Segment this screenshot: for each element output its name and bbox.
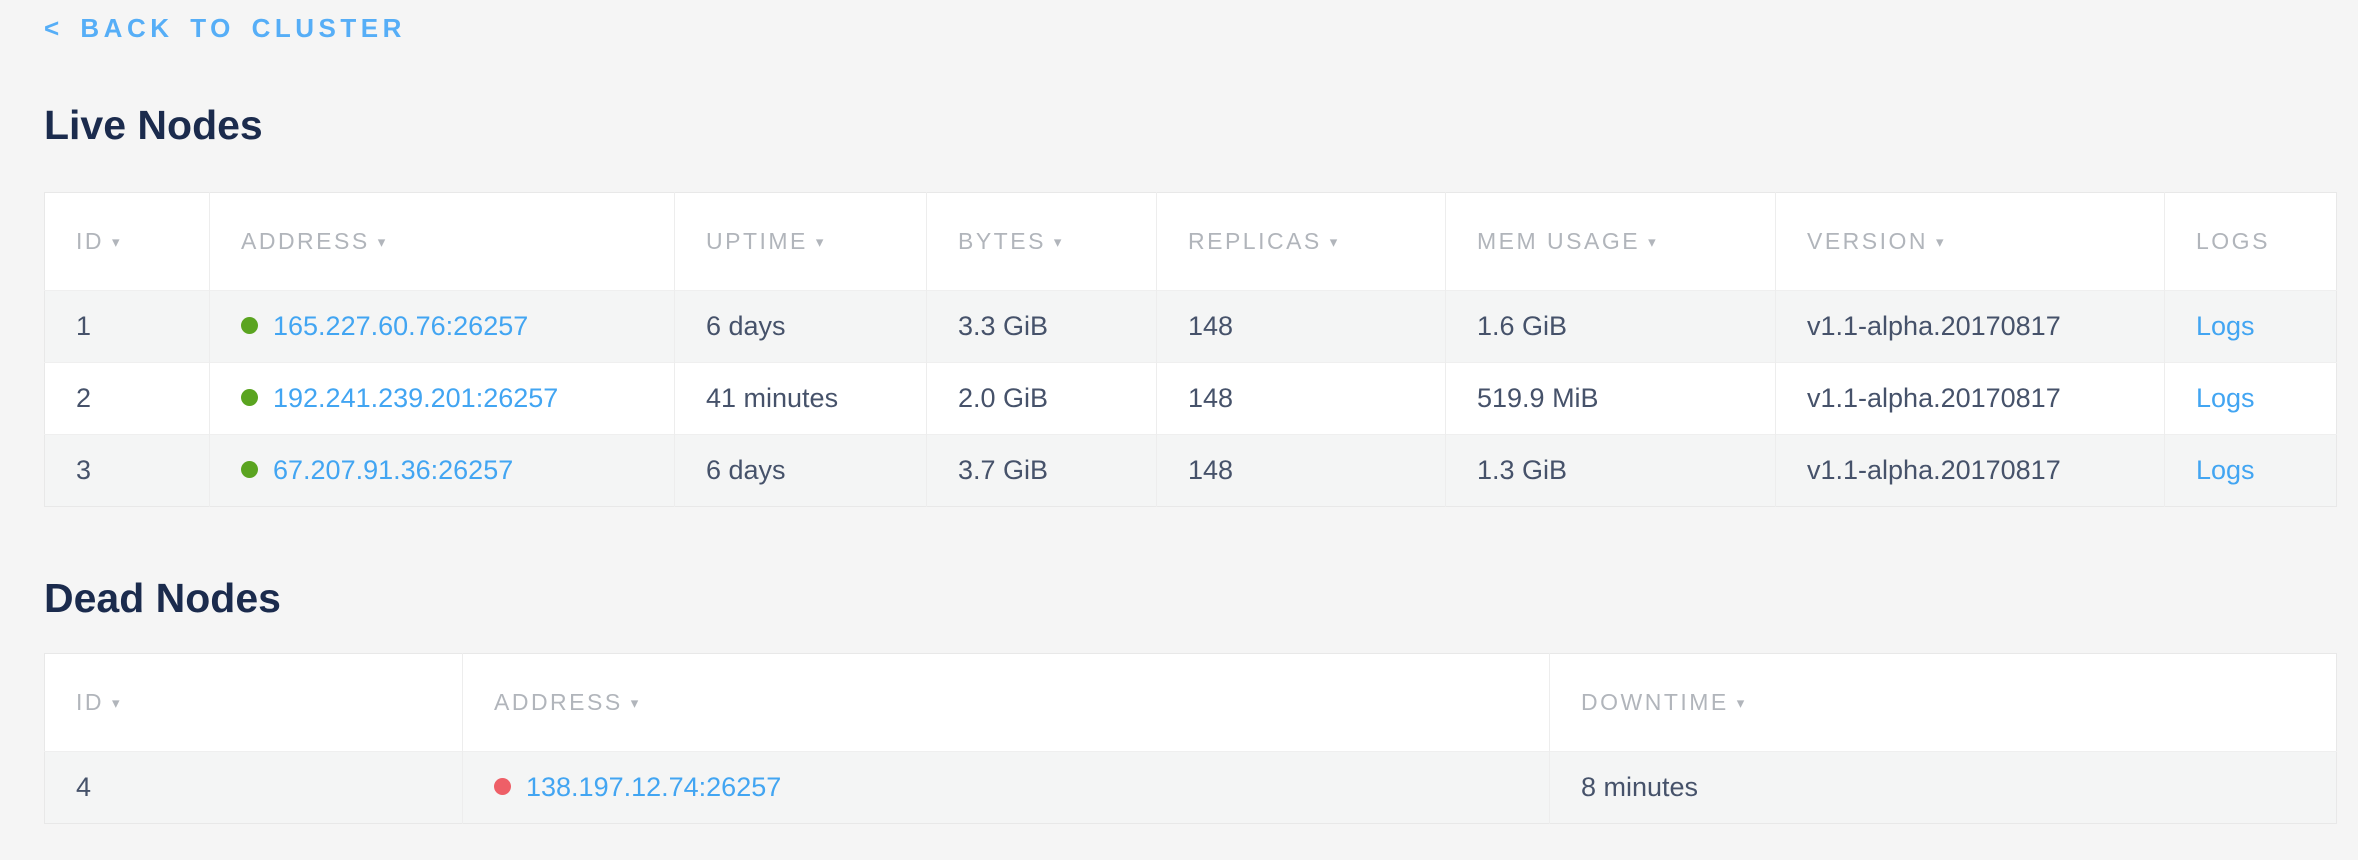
sort-arrow-icon: ▾ bbox=[112, 695, 122, 712]
column-header-label: UPTIME bbox=[706, 228, 808, 254]
node-address-link[interactable]: 138.197.12.74:26257 bbox=[526, 772, 781, 802]
live-status-dot-icon bbox=[241, 461, 258, 478]
node-mem-usage-cell: 1.3 GiB bbox=[1446, 435, 1776, 507]
column-header-label: DOWNTIME bbox=[1581, 689, 1729, 715]
node-mem-usage-cell: 519.9 MiB bbox=[1446, 363, 1776, 435]
column-header-label: REPLICAS bbox=[1188, 228, 1322, 254]
table-row: 4 138.197.12.74:26257 8 minutes bbox=[45, 752, 2337, 824]
dead-table-header-row: ID ▾ ADDRESS ▾ DOWNTIME ▾ bbox=[45, 654, 2337, 752]
column-header-label: ID bbox=[76, 228, 104, 254]
node-address-cell: 138.197.12.74:26257 bbox=[463, 752, 1550, 824]
live-nodes-title: Live Nodes bbox=[44, 102, 2337, 148]
column-header-label: ID bbox=[76, 689, 104, 715]
live-table-header-row: ID ▾ ADDRESS ▾ UPTIME ▾ BYTES ▾ REPLICAS ▾ ME… bbox=[45, 193, 2337, 291]
node-id-cell: 1 bbox=[45, 291, 210, 363]
node-bytes-cell: 3.7 GiB bbox=[927, 435, 1157, 507]
sort-arrow-icon: ▾ bbox=[112, 234, 122, 251]
node-uptime-cell: 41 minutes bbox=[675, 363, 927, 435]
node-address-cell: 165.227.60.76:26257 bbox=[210, 291, 675, 363]
node-address-cell: 67.207.91.36:26257 bbox=[210, 435, 675, 507]
live-nodes-table: ID ▾ ADDRESS ▾ UPTIME ▾ BYTES ▾ REPLICAS ▾ ME… bbox=[44, 192, 2337, 507]
column-header-address[interactable]: ADDRESS ▾ bbox=[210, 193, 675, 291]
node-address-link[interactable]: 67.207.91.36:26257 bbox=[273, 455, 513, 485]
logs-link[interactable]: Logs bbox=[2196, 311, 2255, 341]
node-id-cell: 2 bbox=[45, 363, 210, 435]
back-to-cluster-link[interactable]: < BACK TO CLUSTER bbox=[44, 12, 406, 44]
node-replicas-cell: 148 bbox=[1157, 291, 1446, 363]
node-version-cell: v1.1-alpha.20170817 bbox=[1776, 291, 2165, 363]
column-header-id[interactable]: ID ▾ bbox=[45, 193, 210, 291]
table-row: 2 192.241.239.201:26257 41 minutes 2.0 G… bbox=[45, 363, 2337, 435]
dead-nodes-title: Dead Nodes bbox=[44, 575, 2337, 621]
logs-link[interactable]: Logs bbox=[2196, 455, 2255, 485]
column-header-label: LOGS bbox=[2196, 228, 2270, 254]
column-header-label: MEM USAGE bbox=[1477, 228, 1640, 254]
table-row: 3 67.207.91.36:26257 6 days 3.7 GiB 148 … bbox=[45, 435, 2337, 507]
dead-nodes-table: ID ▾ ADDRESS ▾ DOWNTIME ▾ 4 138.197.12.74:2… bbox=[44, 653, 2337, 824]
logs-link[interactable]: Logs bbox=[2196, 383, 2255, 413]
column-header-uptime[interactable]: UPTIME ▾ bbox=[675, 193, 927, 291]
node-uptime-cell: 6 days bbox=[675, 435, 927, 507]
sort-arrow-icon: ▾ bbox=[378, 234, 388, 251]
sort-arrow-icon: ▾ bbox=[816, 234, 826, 251]
column-header-id[interactable]: ID ▾ bbox=[45, 654, 463, 752]
node-version-cell: v1.1-alpha.20170817 bbox=[1776, 363, 2165, 435]
sort-arrow-icon: ▾ bbox=[1330, 234, 1340, 251]
nodes-page: < BACK TO CLUSTER Live Nodes ID ▾ ADDRESS… bbox=[0, 0, 2358, 824]
column-header-logs: LOGS bbox=[2165, 193, 2337, 291]
node-bytes-cell: 2.0 GiB bbox=[927, 363, 1157, 435]
live-status-dot-icon bbox=[241, 317, 258, 334]
node-version-cell: v1.1-alpha.20170817 bbox=[1776, 435, 2165, 507]
sort-arrow-icon: ▾ bbox=[1054, 234, 1064, 251]
column-header-label: ADDRESS bbox=[241, 228, 370, 254]
node-id-cell: 4 bbox=[45, 752, 463, 824]
node-replicas-cell: 148 bbox=[1157, 363, 1446, 435]
column-header-replicas[interactable]: REPLICAS ▾ bbox=[1157, 193, 1446, 291]
node-uptime-cell: 6 days bbox=[675, 291, 927, 363]
node-replicas-cell: 148 bbox=[1157, 435, 1446, 507]
sort-arrow-icon: ▾ bbox=[1648, 234, 1658, 251]
node-downtime-cell: 8 minutes bbox=[1550, 752, 2337, 824]
column-header-label: ADDRESS bbox=[494, 689, 623, 715]
node-logs-cell: Logs bbox=[2165, 435, 2337, 507]
column-header-downtime[interactable]: DOWNTIME ▾ bbox=[1550, 654, 2337, 752]
node-bytes-cell: 3.3 GiB bbox=[927, 291, 1157, 363]
node-mem-usage-cell: 1.6 GiB bbox=[1446, 291, 1776, 363]
node-id-cell: 3 bbox=[45, 435, 210, 507]
sort-arrow-icon: ▾ bbox=[631, 695, 641, 712]
live-status-dot-icon bbox=[241, 389, 258, 406]
column-header-label: VERSION bbox=[1807, 228, 1928, 254]
node-address-cell: 192.241.239.201:26257 bbox=[210, 363, 675, 435]
node-logs-cell: Logs bbox=[2165, 291, 2337, 363]
column-header-address[interactable]: ADDRESS ▾ bbox=[463, 654, 1550, 752]
dead-status-dot-icon bbox=[494, 778, 511, 795]
column-header-mem-usage[interactable]: MEM USAGE ▾ bbox=[1446, 193, 1776, 291]
column-header-bytes[interactable]: BYTES ▾ bbox=[927, 193, 1157, 291]
table-row: 1 165.227.60.76:26257 6 days 3.3 GiB 148… bbox=[45, 291, 2337, 363]
node-logs-cell: Logs bbox=[2165, 363, 2337, 435]
node-address-link[interactable]: 165.227.60.76:26257 bbox=[273, 311, 528, 341]
sort-arrow-icon: ▾ bbox=[1737, 695, 1747, 712]
node-address-link[interactable]: 192.241.239.201:26257 bbox=[273, 383, 558, 413]
sort-arrow-icon: ▾ bbox=[1936, 234, 1946, 251]
column-header-label: BYTES bbox=[958, 228, 1046, 254]
column-header-version[interactable]: VERSION ▾ bbox=[1776, 193, 2165, 291]
